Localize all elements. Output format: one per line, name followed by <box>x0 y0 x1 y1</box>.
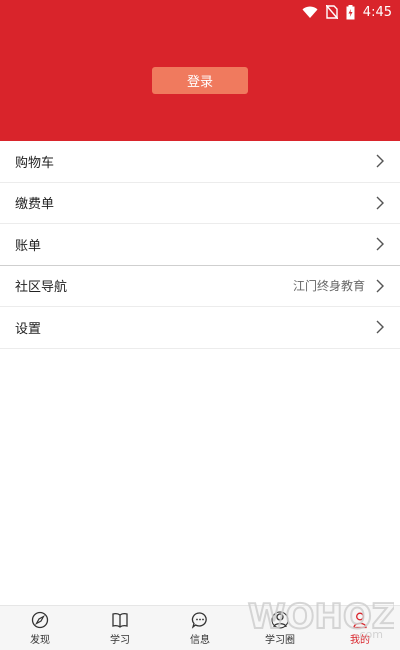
tab-label: 信息 <box>190 634 210 646</box>
menu-item-label: 账单 <box>15 238 42 254</box>
menu-item-settings[interactable]: 设置 <box>0 307 400 349</box>
person-icon <box>353 612 367 628</box>
chevron-right-icon <box>376 154 384 168</box>
book-icon <box>112 612 128 628</box>
tab-messages[interactable]: 信息 <box>160 606 240 650</box>
menu-item-label: 设置 <box>15 321 42 337</box>
no-sim-icon <box>325 5 338 19</box>
menu-item-cart[interactable]: 购物车 <box>0 141 400 183</box>
clock: 4:45 <box>362 4 392 20</box>
tab-label: 学习圈 <box>265 634 295 646</box>
header-banner: 4:45 登录 <box>0 0 400 141</box>
wifi-icon <box>302 6 318 18</box>
tab-study[interactable]: 学习 <box>80 606 160 650</box>
tab-label: 我的 <box>350 634 370 646</box>
menu-item-community-nav[interactable]: 社区导航 江门终身教育 <box>0 266 400 307</box>
status-bar: 4:45 <box>302 0 400 24</box>
menu-item-payment-bill[interactable]: 缴费单 <box>0 183 400 224</box>
menu-item-value: 江门终身教育 <box>292 279 365 294</box>
menu-item-bill[interactable]: 账单 <box>0 224 400 266</box>
chevron-right-icon <box>376 237 384 251</box>
menu-item-label: 购物车 <box>15 155 55 171</box>
bottom-tab-bar: 发现 学习 信息 学习圈 我的 <box>0 605 400 650</box>
menu-item-label: 社区导航 <box>15 280 68 296</box>
tab-mine[interactable]: 我的 <box>320 606 400 650</box>
tab-discover[interactable]: 发现 <box>0 606 80 650</box>
tab-label: 学习 <box>110 634 130 646</box>
group-icon <box>271 611 289 628</box>
menu-item-label: 缴费单 <box>15 197 55 213</box>
login-button[interactable]: 登录 <box>152 67 248 94</box>
chat-icon <box>191 611 207 629</box>
chevron-right-icon <box>376 196 384 210</box>
chevron-right-icon <box>376 320 384 334</box>
battery-charging-icon <box>346 4 355 19</box>
chevron-right-icon <box>376 279 384 293</box>
tab-label: 发现 <box>30 634 50 646</box>
compass-icon <box>31 611 49 628</box>
menu-list: 购物车 缴费单 账单 社区导航 江门终身教育 设置 <box>0 141 400 349</box>
tab-study-circle[interactable]: 学习圈 <box>240 606 320 650</box>
